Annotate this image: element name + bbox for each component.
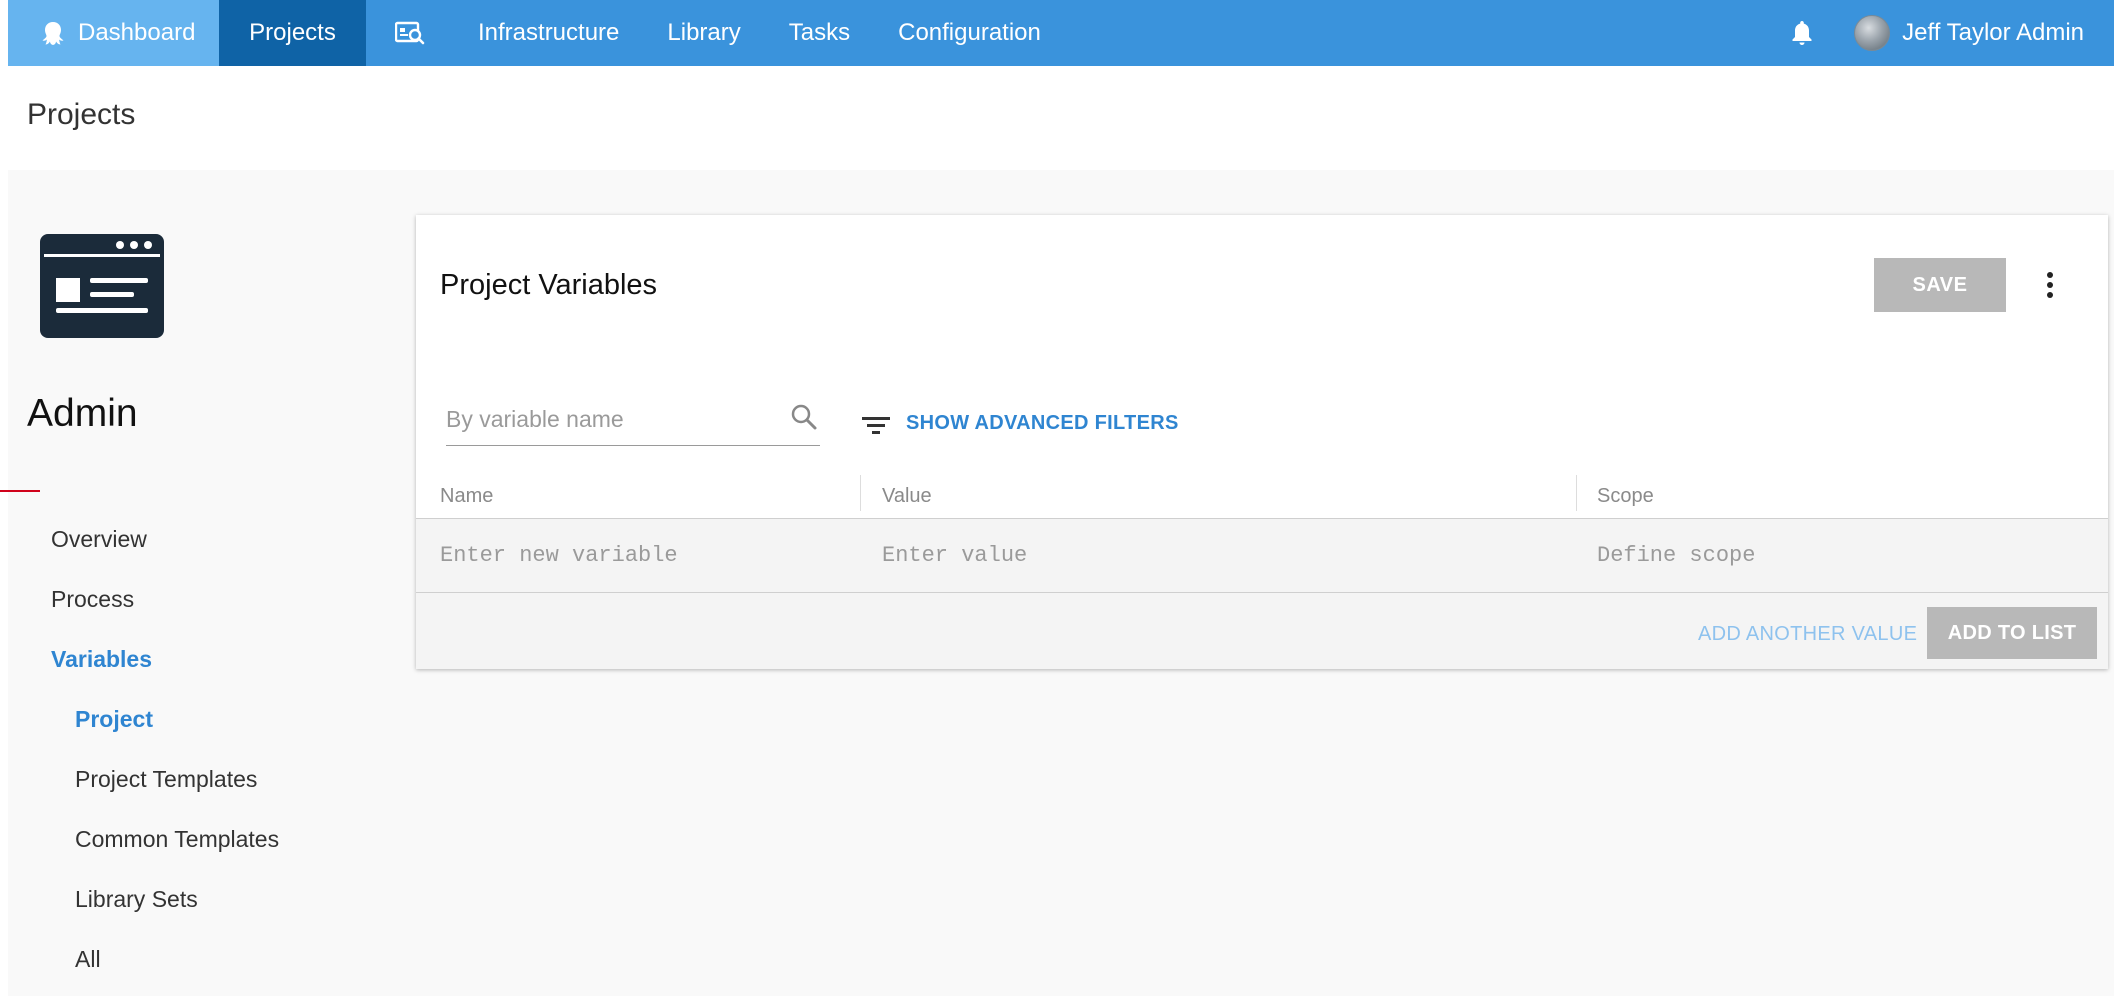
nav-infrastructure-label: Infrastructure	[478, 19, 620, 46]
nav-library[interactable]: Library	[643, 0, 764, 66]
nav-projects[interactable]: Projects	[219, 0, 366, 66]
top-navigation-bar: Dashboard Projects Infrastructure Librar…	[8, 0, 2114, 66]
sidebar-item-process[interactable]: Process	[51, 586, 134, 613]
nav-infrastructure[interactable]: Infrastructure	[454, 0, 643, 66]
nav-configuration[interactable]: Configuration	[874, 0, 1065, 66]
search-dashboard-icon[interactable]	[366, 0, 454, 66]
nav-library-label: Library	[667, 19, 741, 46]
new-variable-value-input[interactable]	[882, 537, 1562, 573]
show-advanced-filters-link[interactable]: SHOW ADVANCED FILTERS	[906, 412, 1179, 435]
search-input[interactable]	[446, 395, 766, 443]
add-to-list-button[interactable]: ADD TO LIST	[1927, 607, 2097, 659]
new-variable-name-input[interactable]	[440, 537, 840, 573]
column-header-scope: Scope	[1597, 485, 1654, 507]
variables-card: Project Variables SAVE SHOW ADVANCED FIL…	[416, 215, 2108, 669]
sidebar-item-common-templates[interactable]: Common Templates	[75, 826, 279, 853]
bell-icon[interactable]	[1790, 0, 1854, 66]
user-menu[interactable]: Jeff Taylor Admin	[1854, 0, 2114, 66]
search-icon[interactable]	[790, 403, 818, 436]
save-button[interactable]: SAVE	[1874, 258, 2006, 312]
variable-search	[446, 395, 820, 446]
column-header-value: Value	[882, 485, 932, 507]
new-variable-actions: ADD ANOTHER VALUE ADD TO LIST	[416, 593, 2108, 669]
avatar	[1854, 15, 1891, 51]
project-logo-icon	[40, 234, 164, 338]
column-divider[interactable]	[1576, 475, 1577, 511]
card-title: Project Variables	[440, 269, 658, 301]
sidebar-item-variables[interactable]: Variables	[51, 646, 152, 673]
filter-icon[interactable]	[862, 415, 890, 442]
nav-projects-label: Projects	[249, 19, 336, 46]
sidebar-item-project[interactable]: Project	[75, 706, 153, 733]
active-item-marker	[0, 490, 40, 492]
octopus-logo-icon	[40, 20, 66, 46]
sidebar-item-project-templates[interactable]: Project Templates	[75, 766, 257, 793]
new-variable-row	[416, 519, 2108, 593]
project-name: Admin	[27, 392, 138, 435]
more-vertical-icon[interactable]	[2038, 267, 2062, 303]
add-another-value-button[interactable]: ADD ANOTHER VALUE	[1698, 623, 1917, 646]
nav-dashboard[interactable]: Dashboard	[8, 0, 219, 66]
page-title: Projects	[27, 98, 136, 131]
column-header-name: Name	[440, 485, 494, 507]
nav-configuration-label: Configuration	[898, 19, 1041, 46]
sidebar-item-overview[interactable]: Overview	[51, 526, 147, 553]
nav-dashboard-label: Dashboard	[78, 19, 196, 46]
nav-tasks-label: Tasks	[788, 19, 851, 46]
new-variable-scope-input[interactable]	[1597, 537, 2077, 573]
user-name: Jeff Taylor Admin	[1902, 19, 2084, 46]
nav-tasks[interactable]: Tasks	[765, 0, 874, 66]
column-divider[interactable]	[860, 475, 861, 511]
sidebar-item-all[interactable]: All	[75, 946, 101, 973]
sidebar-item-library-sets[interactable]: Library Sets	[75, 886, 198, 913]
content-area: Admin Overview Process Variables Project…	[0, 170, 2114, 996]
